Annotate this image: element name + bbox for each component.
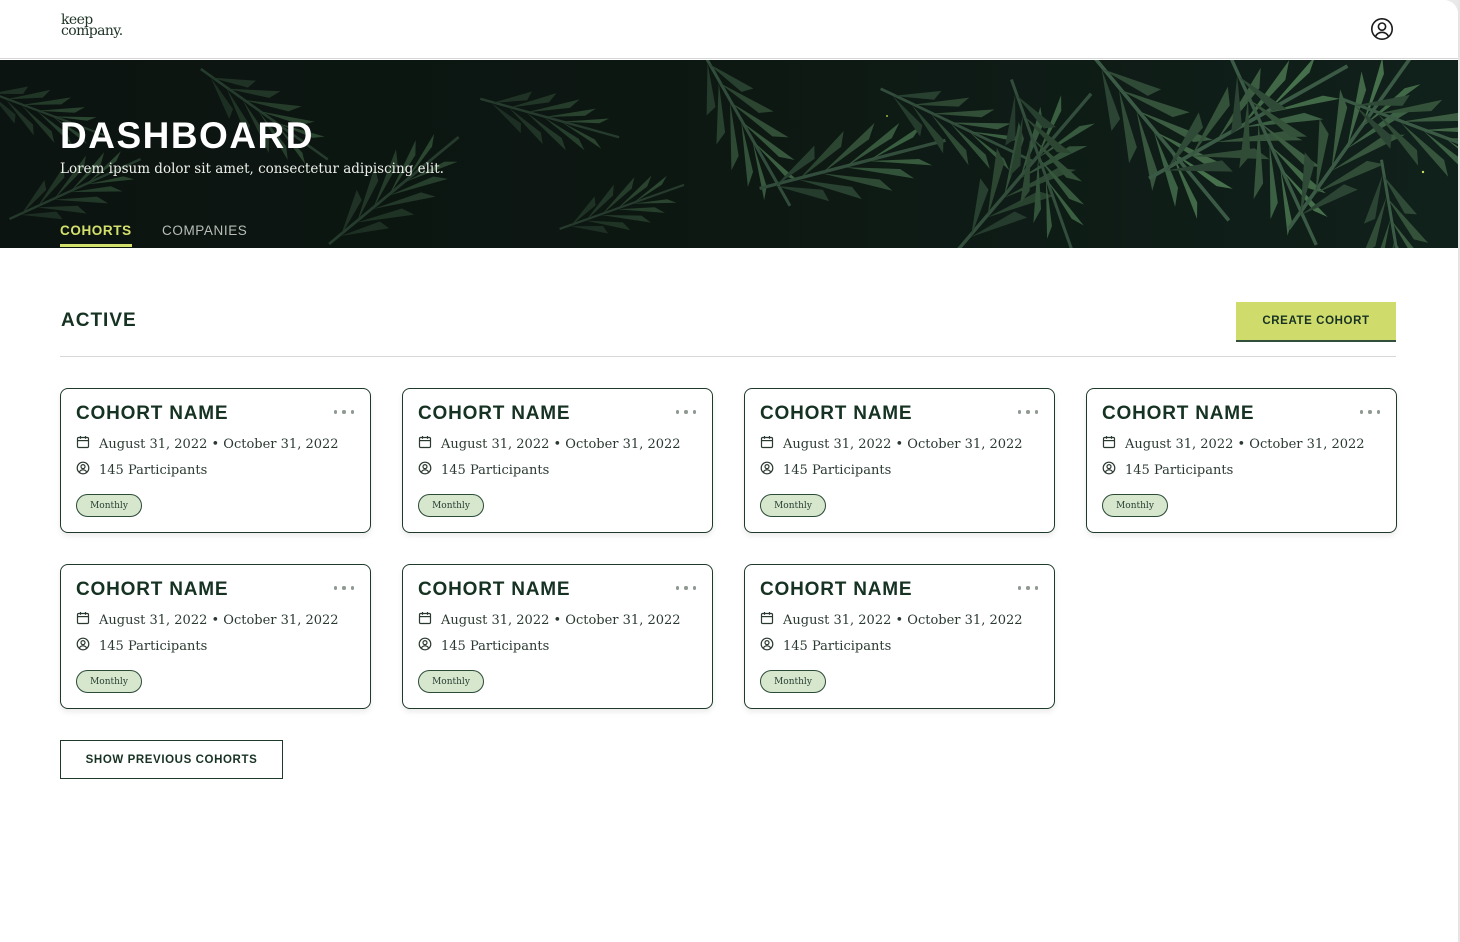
cohort-card[interactable]: COHORT NAME August 31, 2022 • October 31,… (744, 564, 1055, 709)
cohort-card[interactable]: COHORT NAME August 31, 2022 • October 31,… (402, 388, 713, 533)
cohort-date-range: August 31, 2022 • October 31, 2022 (760, 611, 1023, 629)
cohort-card[interactable]: COHORT NAME August 31, 2022 • October 31,… (60, 388, 371, 533)
cohort-name: COHORT NAME (418, 579, 571, 600)
calendar-icon (418, 611, 441, 629)
cohort-participants: 145 Participants (760, 461, 891, 479)
hero-banner: DASHBOARD Lorem ipsum dolor sit amet, co… (0, 60, 1458, 248)
frequency-badge: Monthly (760, 494, 826, 517)
cohort-name: COHORT NAME (76, 579, 229, 600)
user-circle-icon (76, 637, 99, 655)
participants-text: 145 Participants (783, 638, 892, 654)
calendar-icon (760, 611, 783, 629)
cohort-name: COHORT NAME (760, 579, 913, 600)
user-circle-icon (76, 461, 99, 479)
calendar-icon (418, 435, 441, 453)
cohort-card[interactable]: COHORT NAME August 31, 2022 • October 31,… (60, 564, 371, 709)
user-account-icon[interactable] (1370, 17, 1394, 41)
keep-company-logo[interactable]: keep company. (61, 13, 141, 39)
calendar-icon (1102, 435, 1125, 453)
show-previous-cohorts-button[interactable]: SHOW PREVIOUS COHORTS (60, 740, 283, 779)
cohort-date-range: August 31, 2022 • October 31, 2022 (76, 435, 339, 453)
user-circle-icon (760, 461, 783, 479)
date-range-text: August 31, 2022 • October 31, 2022 (99, 436, 339, 452)
more-options-icon[interactable] (334, 406, 354, 418)
cohort-date-range: August 31, 2022 • October 31, 2022 (1102, 435, 1365, 453)
more-options-icon[interactable] (676, 406, 696, 418)
participants-text: 145 Participants (99, 638, 208, 654)
frequency-badge: Monthly (76, 494, 142, 517)
cohort-participants: 145 Participants (418, 637, 549, 655)
calendar-icon (760, 435, 783, 453)
cohort-date-range: August 31, 2022 • October 31, 2022 (418, 611, 681, 629)
more-options-icon[interactable] (1018, 582, 1038, 594)
cohort-name: COHORT NAME (760, 403, 913, 424)
cohort-date-range: August 31, 2022 • October 31, 2022 (418, 435, 681, 453)
cohort-date-range: August 31, 2022 • October 31, 2022 (76, 611, 339, 629)
cohort-card[interactable]: COHORT NAME August 31, 2022 • October 31,… (402, 564, 713, 709)
user-circle-icon (418, 637, 441, 655)
frequency-badge: Monthly (418, 494, 484, 517)
section-divider (60, 356, 1396, 357)
cohort-participants: 145 Participants (418, 461, 549, 479)
create-cohort-button[interactable]: CREATE COHORT (1236, 302, 1396, 342)
frequency-badge: Monthly (76, 670, 142, 693)
more-options-icon[interactable] (1018, 406, 1038, 418)
date-range-text: August 31, 2022 • October 31, 2022 (783, 436, 1023, 452)
calendar-icon (76, 435, 99, 453)
page-title: DASHBOARD (60, 115, 314, 156)
frequency-badge: Monthly (1102, 494, 1168, 517)
cohort-card[interactable]: COHORT NAME August 31, 2022 • October 31,… (744, 388, 1055, 533)
cohort-participants: 145 Participants (76, 461, 207, 479)
more-options-icon[interactable] (1360, 406, 1380, 418)
user-circle-icon (760, 637, 783, 655)
logo-line-2: company. (61, 23, 123, 39)
tab-cohorts[interactable]: COHORTS (60, 223, 132, 247)
frequency-badge: Monthly (760, 670, 826, 693)
date-range-text: August 31, 2022 • October 31, 2022 (1125, 436, 1365, 452)
participants-text: 145 Participants (1125, 462, 1234, 478)
date-range-text: August 31, 2022 • October 31, 2022 (99, 612, 339, 628)
cohort-name: COHORT NAME (1102, 403, 1255, 424)
user-circle-icon (1102, 461, 1125, 479)
cohort-participants: 145 Participants (760, 637, 891, 655)
cohort-name: COHORT NAME (76, 403, 229, 424)
cohort-name: COHORT NAME (418, 403, 571, 424)
cohort-participants: 145 Participants (76, 637, 207, 655)
date-range-text: August 31, 2022 • October 31, 2022 (783, 612, 1023, 628)
page-subtitle: Lorem ipsum dolor sit amet, consectetur … (60, 161, 444, 177)
tab-companies[interactable]: COMPANIES (162, 223, 247, 238)
app-window: keep company. DASHBOARD Lorem ipsum dolo… (0, 0, 1458, 942)
cohort-participants: 145 Participants (1102, 461, 1233, 479)
calendar-icon (76, 611, 99, 629)
cohort-date-range: August 31, 2022 • October 31, 2022 (760, 435, 1023, 453)
participants-text: 145 Participants (783, 462, 892, 478)
more-options-icon[interactable] (334, 582, 354, 594)
section-title-active: ACTIVE (61, 310, 137, 331)
user-circle-icon (418, 461, 441, 479)
frequency-badge: Monthly (418, 670, 484, 693)
date-range-text: August 31, 2022 • October 31, 2022 (441, 612, 681, 628)
participants-text: 145 Participants (99, 462, 208, 478)
top-navigation-bar: keep company. (0, 0, 1458, 59)
date-range-text: August 31, 2022 • October 31, 2022 (441, 436, 681, 452)
more-options-icon[interactable] (676, 582, 696, 594)
participants-text: 145 Participants (441, 638, 550, 654)
cohort-card[interactable]: COHORT NAME August 31, 2022 • October 31,… (1086, 388, 1397, 533)
participants-text: 145 Participants (441, 462, 550, 478)
